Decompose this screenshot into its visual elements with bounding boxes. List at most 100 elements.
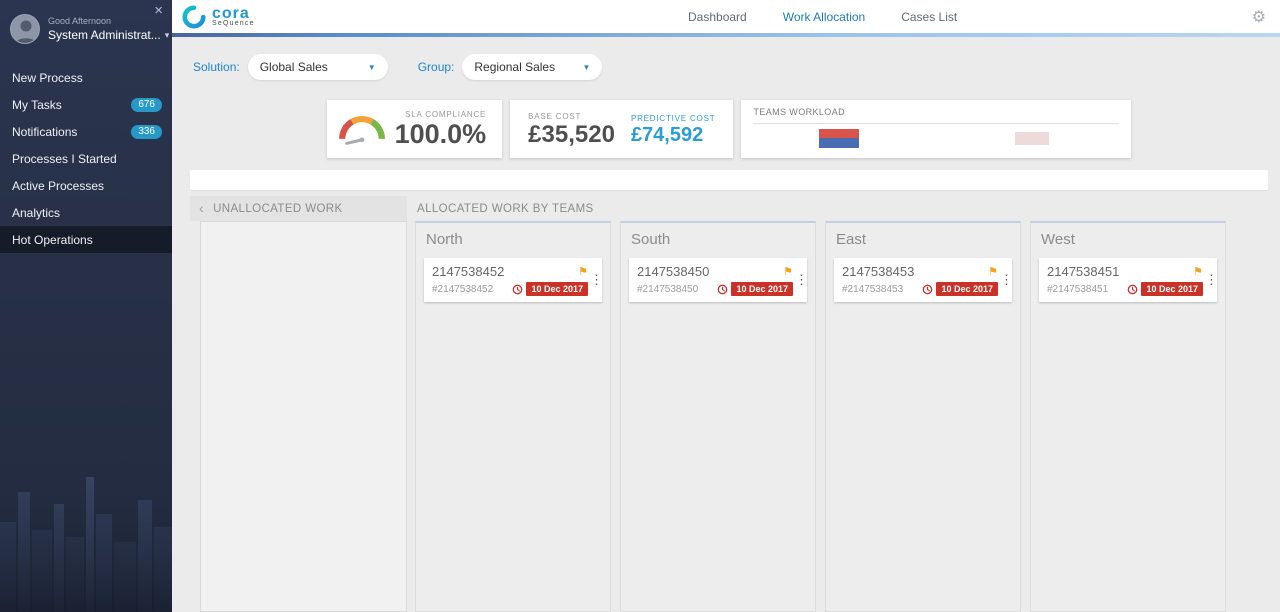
predictive-cost-label: PREDICTIVE COST bbox=[630, 113, 716, 123]
clock-icon bbox=[718, 284, 728, 294]
sidebar: × Good Afternoon System Administrat... ▾ bbox=[0, 0, 172, 612]
team-name: West bbox=[1041, 231, 1075, 248]
sidebar-item-label: New Process bbox=[12, 70, 83, 85]
logo-subtitle: SeQuence bbox=[212, 19, 255, 27]
due-date-badge: 10 Dec 2017 bbox=[526, 282, 588, 296]
group-filter-label: Group: bbox=[417, 60, 455, 74]
logo-text: cora SeQuence bbox=[212, 4, 255, 27]
gauge-icon bbox=[338, 115, 385, 145]
sidebar-item-active-processes[interactable]: Active Processes bbox=[0, 172, 172, 199]
user-menu[interactable]: Good Afternoon System Administrat... ▾ bbox=[10, 14, 169, 44]
sla-label: SLA COMPLIANCE bbox=[405, 110, 487, 119]
base-cost-label: BASE COST bbox=[528, 111, 582, 121]
count-badge: 676 bbox=[131, 97, 162, 112]
team-column-east: East ⋮ 2147538453 ⚑ #2147538453 10 Dec 2… bbox=[825, 221, 1021, 612]
sidebar-item-notifications[interactable]: Notifications 336 bbox=[0, 118, 172, 145]
group-dropdown-value: Regional Sales bbox=[474, 60, 556, 74]
team-name: North bbox=[426, 231, 463, 248]
toolbar-strip bbox=[190, 170, 1268, 190]
base-cost-kpi: BASE COST £35,520 bbox=[528, 112, 615, 147]
app-root: × Good Afternoon System Administrat... ▾ bbox=[0, 0, 1280, 612]
case-title: 2147538452 bbox=[432, 264, 505, 279]
sidebar-item-label: Hot Operations bbox=[12, 232, 93, 247]
case-id: #2147538453 bbox=[842, 283, 904, 295]
solution-dropdown[interactable]: Global Sales ▼ bbox=[247, 54, 388, 80]
sidebar-item-processes-i-started[interactable]: Processes I Started bbox=[0, 145, 172, 172]
teams-workload-chart bbox=[753, 123, 1120, 152]
case-title: 2147538451 bbox=[1047, 264, 1120, 279]
caret-down-icon: ▼ bbox=[367, 62, 376, 72]
work-area: ‹ UNALLOCATED WORK ALLOCATED WORK BY TEA… bbox=[190, 196, 1268, 612]
team-columns: North ⋮ 2147538452 ⚑ #2147538452 10 Dec … bbox=[415, 221, 1226, 612]
avatar bbox=[10, 14, 40, 44]
group-filter: Group: Regional Sales ▼ bbox=[418, 54, 603, 80]
allocated-work-title: ALLOCATED WORK BY TEAMS bbox=[417, 202, 594, 215]
filter-bar: Solution: Global Sales ▼ Group: Regional… bbox=[190, 54, 1268, 80]
cora-logo-mark bbox=[182, 4, 206, 29]
caret-down-icon: ▾ bbox=[164, 29, 170, 40]
sidebar-item-label: Active Processes bbox=[12, 178, 105, 193]
allocated-work-section: ALLOCATED WORK BY TEAMS North ⋮ 21475384… bbox=[415, 196, 1268, 612]
sla-value: 100.0% bbox=[394, 119, 487, 149]
count-badge: 336 bbox=[131, 124, 162, 139]
kebab-menu-icon[interactable]: ⋮ bbox=[795, 272, 808, 288]
base-cost-value: £35,520 bbox=[528, 120, 615, 148]
flag-icon: ⚑ bbox=[988, 266, 998, 278]
teams-workload-card: TEAMS WORKLOAD bbox=[741, 100, 1132, 158]
sidebar-item-analytics[interactable]: Analytics bbox=[0, 199, 172, 226]
work-card[interactable]: ⋮ 2147538450 ⚑ #2147538450 10 Dec 2017 bbox=[629, 258, 808, 302]
greeting: Good Afternoon bbox=[48, 16, 112, 26]
main-area: cora SeQuence Dashboard Work Allocation … bbox=[172, 0, 1280, 612]
team-name: South bbox=[631, 231, 671, 248]
work-card[interactable]: ⋮ 2147538452 ⚑ #2147538452 10 Dec 2017 bbox=[424, 258, 603, 302]
user-text: Good Afternoon System Administrat... ▾ bbox=[48, 16, 169, 42]
flag-icon: ⚑ bbox=[578, 266, 588, 278]
collapse-chevron-icon[interactable]: ‹ bbox=[199, 201, 204, 215]
logo-name: cora bbox=[212, 4, 250, 22]
case-title: 2147538453 bbox=[842, 264, 915, 279]
kebab-menu-icon[interactable]: ⋮ bbox=[1205, 272, 1218, 288]
clock-icon bbox=[1128, 284, 1138, 294]
nav-dashboard[interactable]: Dashboard bbox=[688, 10, 747, 24]
solution-dropdown-value: Global Sales bbox=[259, 60, 328, 74]
due-date-badge: 10 Dec 2017 bbox=[731, 282, 793, 296]
sidebar-item-hot-operations[interactable]: Hot Operations bbox=[0, 226, 172, 253]
user-name: System Administrat... ▾ bbox=[48, 28, 169, 42]
kebab-menu-icon[interactable]: ⋮ bbox=[1000, 272, 1013, 288]
due-date-badge: 10 Dec 2017 bbox=[1141, 282, 1203, 296]
due-date-badge: 10 Dec 2017 bbox=[936, 282, 998, 296]
sidebar-item-new-process[interactable]: New Process bbox=[0, 64, 172, 91]
flag-icon: ⚑ bbox=[1193, 266, 1203, 278]
logo[interactable]: cora SeQuence bbox=[182, 4, 255, 29]
flag-icon: ⚑ bbox=[783, 266, 793, 278]
sla-kpi: SLA COMPLIANCE 100.0% bbox=[395, 110, 487, 148]
close-icon[interactable]: × bbox=[154, 3, 163, 18]
unallocated-work-panel: ‹ UNALLOCATED WORK bbox=[190, 196, 407, 612]
work-card[interactable]: ⋮ 2147538453 ⚑ #2147538453 10 Dec 2017 bbox=[834, 258, 1013, 302]
case-id: #2147538451 bbox=[1047, 283, 1109, 295]
sidebar-item-my-tasks[interactable]: My Tasks 676 bbox=[0, 91, 172, 118]
unallocated-work-title: UNALLOCATED WORK bbox=[213, 202, 343, 215]
case-id: #2147538452 bbox=[432, 283, 494, 295]
team-column-west: West ⋮ 2147538451 ⚑ #2147538451 10 Dec 2… bbox=[1030, 221, 1226, 612]
user-name-label: System Administrat... bbox=[48, 28, 161, 42]
kebab-menu-icon[interactable]: ⋮ bbox=[590, 272, 603, 288]
nav-work-allocation[interactable]: Work Allocation bbox=[783, 10, 865, 24]
gear-icon[interactable]: ⚙ bbox=[1252, 7, 1266, 27]
unallocated-work-header: ‹ UNALLOCATED WORK bbox=[190, 196, 407, 221]
nav-cases-list[interactable]: Cases List bbox=[901, 10, 957, 24]
sla-compliance-card: SLA COMPLIANCE 100.0% bbox=[326, 100, 503, 158]
group-dropdown[interactable]: Regional Sales ▼ bbox=[462, 54, 603, 80]
cost-card: BASE COST £35,520 PREDICTIVE COST £74,59… bbox=[510, 100, 734, 158]
solution-filter-label: Solution: bbox=[193, 60, 240, 74]
team-name: East bbox=[836, 231, 867, 248]
work-card[interactable]: ⋮ 2147538451 ⚑ #2147538451 10 Dec 2017 bbox=[1039, 258, 1218, 302]
clock-icon bbox=[513, 284, 523, 294]
clock-icon bbox=[923, 284, 933, 294]
user-panel: Good Afternoon System Administrat... ▾ bbox=[0, 0, 172, 56]
case-title: 2147538450 bbox=[637, 264, 710, 279]
city-skyline-image bbox=[0, 442, 172, 612]
sidebar-item-label: Notifications bbox=[12, 124, 78, 139]
teams-workload-title: TEAMS WORKLOAD bbox=[753, 107, 846, 117]
unallocated-work-list bbox=[200, 221, 407, 612]
